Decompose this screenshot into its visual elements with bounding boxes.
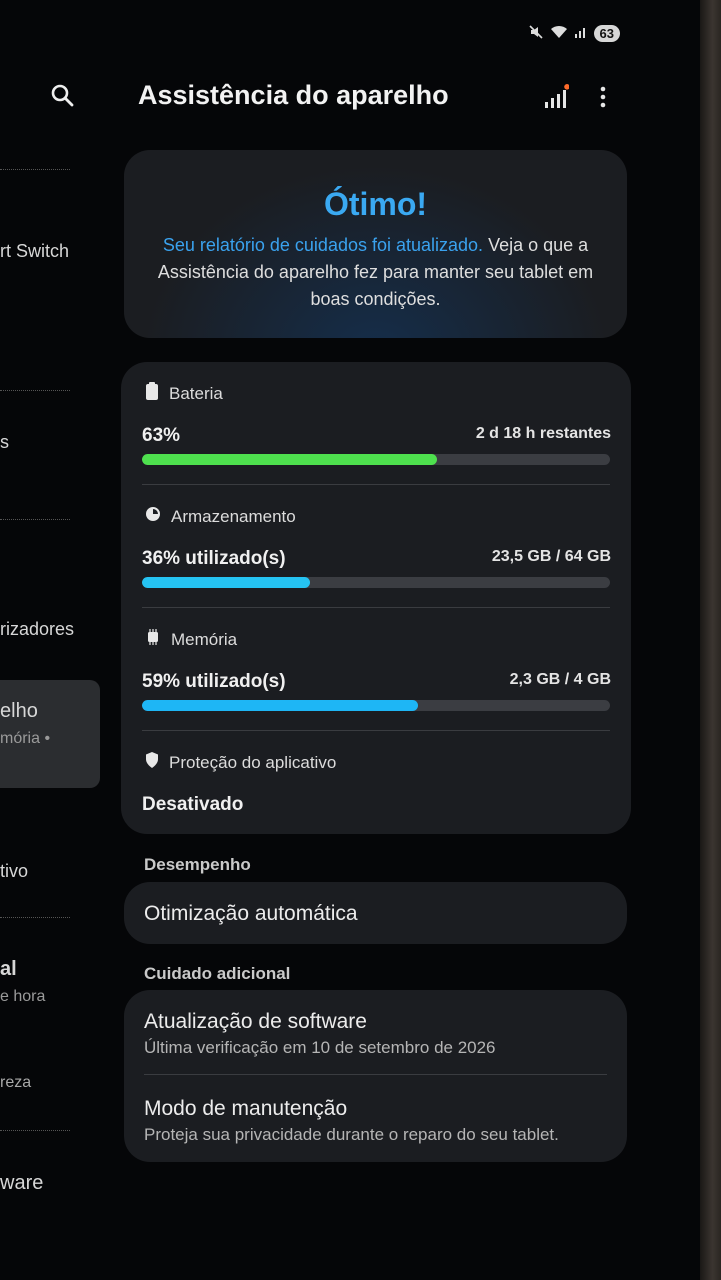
storage-label-row: Armazenamento [145,506,296,527]
cell-signal-icon [574,25,588,42]
sidebar-divider [0,519,70,520]
sidebar-item[interactable]: reza [0,1074,31,1092]
sidebar-item-software[interactable]: ware [0,1172,43,1195]
device-status-card: Bateria 63% 2 d 18 h restantes Armazenam… [121,362,631,834]
storage-bar-fill [142,577,311,588]
maintenance-mode-subtitle: Proteja sua privacidade durante o reparo… [144,1125,559,1144]
battery-bar [142,454,610,465]
battery-label-row: Bateria [145,382,223,405]
memory-bar [142,700,610,711]
additional-care-card: Atualização de software Última verificaç… [124,990,627,1162]
storage-bar [142,577,610,588]
mute-icon [528,24,544,43]
battery-label: Bateria [169,383,223,403]
protection-label-row: Proteção do aplicativo [145,752,336,773]
sidebar-item[interactable]: s [0,432,9,453]
sidebar-divider [0,169,70,170]
divider [144,1074,607,1075]
shield-icon [145,752,159,773]
storage-label: Armazenamento [171,506,296,526]
memory-amount: 2,3 GB / 4 GB [509,671,611,688]
sidebar-item-general[interactable]: al [0,958,17,981]
settings-sidebar: rt Switch s rizadores elho mória • tivo … [0,0,110,1280]
hero-message: Seu relatório de cuidados foi atualizado… [144,232,607,313]
performance-section-header: Desempenho [144,855,251,874]
network-signal-icon[interactable] [543,84,570,115]
status-bar: 63 [528,24,620,43]
additional-care-section-header: Cuidado adicional [144,964,291,983]
sidebar-active-title: elho [0,700,38,722]
auto-optimization-label: Otimização automática [144,902,358,925]
more-options-icon[interactable] [597,84,609,115]
memory-chip-icon [145,629,161,650]
battery-percent: 63% [142,425,181,446]
sidebar-divider [0,917,70,918]
battery-bar-fill [142,454,437,465]
storage-amount: 23,5 GB / 64 GB [491,548,611,565]
page-title: Assistência do aparelho [138,80,449,110]
care-report-link[interactable]: Seu relatório de cuidados foi atualizado… [163,235,483,255]
memory-used: 59% utilizado(s) [142,671,286,692]
screen: 63 rt Switch s rizadores elho mória • ti… [0,0,700,1280]
care-report-card: Ótimo! Seu relatório de cuidados foi atu… [124,150,627,338]
battery-icon [145,382,159,405]
sidebar-divider [0,1130,70,1131]
divider [142,484,610,485]
sidebar-item-smart-switch[interactable]: rt Switch [0,241,69,262]
sidebar-divider [0,390,70,391]
hero-title: Ótimo! [323,186,428,222]
memory-label: Memória [171,629,238,649]
search-icon[interactable] [50,83,76,114]
software-update-subtitle: Última verificação em 10 de setembro de … [144,1038,496,1057]
sidebar-item-subtitle: e hora [0,988,46,1005]
storage-used: 36% utilizado(s) [142,548,286,569]
battery-level-badge: 63 [593,25,620,42]
sidebar-active-subtitle: mória • [0,730,51,747]
divider [142,730,610,731]
sidebar-item-atualizadores[interactable]: rizadores [0,619,74,640]
memory-label-row: Memória [145,629,237,650]
divider [142,607,610,608]
battery-time-remaining: 2 d 18 h restantes [475,425,611,442]
sidebar-item[interactable]: tivo [0,861,28,882]
auto-optimization-item[interactable]: Otimização automática [124,882,627,944]
maintenance-mode-title: Modo de manutenção [144,1097,348,1120]
protection-label: Proteção do aplicativo [169,752,337,772]
wifi-icon [550,25,568,42]
software-update-title: Atualização de software [144,1010,367,1033]
device-bezel [700,0,721,1280]
storage-pie-icon [145,506,161,527]
memory-bar-fill [142,700,419,711]
protection-status: Desativado [142,794,244,815]
